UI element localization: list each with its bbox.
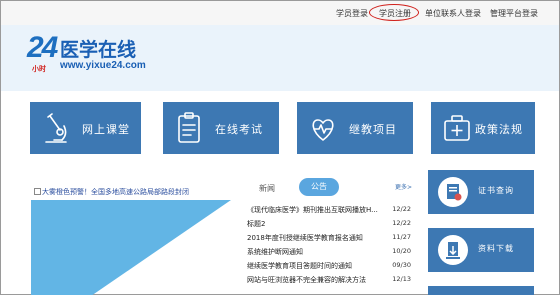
exam-paper-icon [178,112,200,143]
broken-image-icon [34,188,41,195]
logo-number: 24 [27,31,58,64]
list-item-title: 系统维护断网通知 [247,248,303,256]
nav-tile-label: 在线考试 [215,123,263,136]
logo-name: 医学在线 [60,39,137,61]
nav-tile-label: 网上课堂 [82,123,130,136]
list-item-date: 11/27 [392,233,411,241]
top-bar: 学员登录 学员注册 单位联系人登录 管理平台登录 [1,1,559,25]
heart-pulse-icon [312,119,334,141]
list-item[interactable]: 2018年度刊授继续医学教育报名通知 11/27 [247,233,411,246]
list-item-date: 09/30 [392,261,411,269]
side-button-label: 资料下载 [478,244,514,253]
banner-caption[interactable]: 大雾橙色预警！全国多地高速公路局部路段封闭 [34,187,189,197]
nav-tile-online-exam[interactable]: 在线考试 [163,102,279,154]
download-materials-button[interactable]: 资料下载 [428,228,534,272]
register-highlight-annotation [369,4,419,21]
download-icon [438,235,468,265]
org-contact-login-link[interactable]: 单位联系人登录 [425,8,481,19]
logo-url: www.yixue24.com [60,60,146,71]
list-item-title: 《现代临床医学》期刊推出互联网播放H... [247,206,378,214]
nav-tile-online-class[interactable]: 网上课堂 [30,102,141,154]
certificate-icon [438,177,468,207]
list-item[interactable]: 继续医学教育项目答题时间的通知 09/30 [247,261,411,274]
admin-platform-login-link[interactable]: 管理平台登录 [490,8,538,19]
nav-tile-label: 政策法规 [475,123,523,136]
list-item[interactable]: 网站与旺浏览器不完全兼容的解决方法 12/13 [247,275,411,288]
list-item-date: 12/22 [392,219,411,227]
list-item-date: 10/20 [392,247,411,255]
side-button-partial[interactable] [428,286,534,295]
microscope-icon [45,113,67,143]
nav-tile-policies[interactable]: 政策法规 [431,102,535,154]
tab-notice-active[interactable]: 公告 [299,178,339,196]
list-item-date: 12/13 [392,275,411,283]
nav-tile-cme-projects[interactable]: 继教项目 [297,102,413,154]
list-item[interactable]: 《现代临床医学》期刊推出互联网播放H... 12/22 [247,205,411,218]
student-login-link[interactable]: 学员登录 [336,8,368,19]
list-item-title: 标题2 [247,220,266,228]
certificate-query-button[interactable]: 证书查询 [428,170,534,214]
logo-tagline: 小时 [32,65,46,73]
list-item-title: 2018年度刊授继续医学教育报名通知 [247,234,363,242]
list-item[interactable]: 系统维护断网通知 10/20 [247,247,411,260]
news-banner[interactable]: 大雾橙色预警！全国多地高速公路局部路段封闭 [31,186,231,295]
site-header: 24 小时 医学在线 www.yixue24.com [1,25,559,91]
site-logo[interactable]: 24 小时 医学在线 www.yixue24.com [27,31,177,87]
nav-tile-label: 继教项目 [349,123,397,136]
list-item-date: 12/22 [392,205,411,213]
medical-kit-icon [444,115,470,141]
list-item[interactable]: 标题2 12/22 [247,219,411,232]
list-item-title: 网站与旺浏览器不完全兼容的解决方法 [247,276,366,284]
tab-news[interactable]: 新闻 [259,183,275,194]
list-item-title: 继续医学教育项目答题时间的通知 [247,262,352,270]
more-link[interactable]: 更多> [395,182,412,191]
side-button-label: 证书查询 [478,186,514,195]
banner-background-shape [31,200,231,295]
